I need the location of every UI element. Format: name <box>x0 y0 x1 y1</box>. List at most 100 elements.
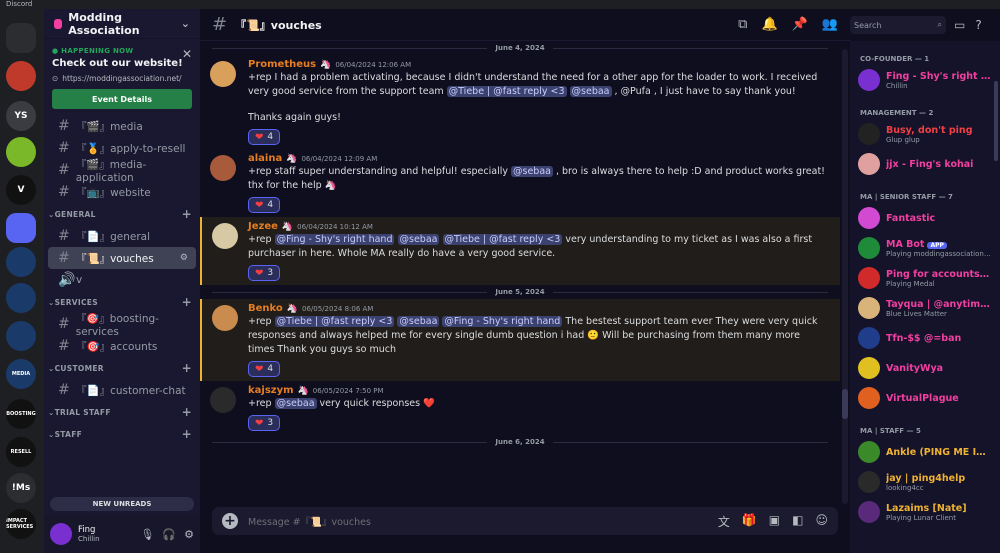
server-icon-s1[interactable] <box>6 61 36 91</box>
user-mention[interactable]: @sebaa <box>274 398 317 409</box>
server-icon-s4[interactable]: V <box>6 175 36 205</box>
member-item[interactable]: Tfn-$$ @=ban <box>850 323 1000 353</box>
user-mention[interactable]: @Tiebe | @fast reply <3 <box>446 86 567 97</box>
channel-general-1[interactable]: # 『📜』vouches ⚙ <box>48 247 196 269</box>
avatar[interactable] <box>210 61 236 87</box>
server-icon-s5[interactable] <box>6 213 36 243</box>
user-mention[interactable]: @sebaa <box>569 86 612 97</box>
gift-icon[interactable]: 🎁 <box>742 513 757 530</box>
inbox-icon[interactable]: ▭ <box>954 18 965 32</box>
server-icon-s2[interactable]: YS <box>6 101 36 131</box>
emoji-icon[interactable]: ☺ <box>815 513 828 530</box>
channel-services-0[interactable]: # 『🎯』boosting-services <box>48 313 196 338</box>
reaction-button[interactable]: ❤ 3 <box>248 415 281 431</box>
headphones-icon[interactable]: 🎧 <box>162 528 176 541</box>
members-icon[interactable]: 👥 <box>822 17 838 32</box>
avatar[interactable] <box>210 387 236 413</box>
reaction-button[interactable]: ❤ 4 <box>248 197 281 213</box>
bell-icon[interactable]: 🔔 <box>761 17 777 32</box>
event-details-button[interactable]: Event Details <box>52 89 192 109</box>
member-item[interactable]: jay | ping4help looking4cc <box>850 467 1000 497</box>
member-item[interactable]: VanityWya <box>850 353 1000 383</box>
category-customer_cat[interactable]: ⌄ CUSTOMER + <box>44 357 200 379</box>
member-item[interactable]: Tayqua | @anytime | a...Blue Lives Matte… <box>850 293 1000 323</box>
server-icon-s9[interactable]: MEDIA <box>6 359 36 389</box>
sticker-icon[interactable]: ◧ <box>792 513 803 530</box>
add-channel-icon[interactable]: + <box>182 427 192 441</box>
member-item[interactable]: Busy, don't ping Glup glup <box>850 119 1000 149</box>
help-icon[interactable]: ? <box>975 18 981 32</box>
message-author[interactable]: Jezee <box>248 221 278 232</box>
add-channel-icon[interactable]: + <box>182 295 192 309</box>
member-status: Playing Medal <box>886 279 935 288</box>
add-channel-icon[interactable]: + <box>182 207 192 221</box>
server-icon-s11[interactable]: RESELL <box>6 437 36 467</box>
category-general_cat[interactable]: ⌄ GENERAL + <box>44 203 200 225</box>
member-item[interactable]: jjx - Fing's kohai <box>850 149 1000 179</box>
avatar <box>858 441 880 463</box>
channel-settings-icon[interactable]: ⚙ <box>180 253 188 263</box>
new-unreads-pill[interactable]: NEW UNREADS <box>50 497 194 511</box>
user-mention[interactable]: @Fing - Shy's right hand <box>442 316 563 327</box>
channel-services-1[interactable]: # 『🎯』accounts <box>48 335 196 357</box>
reaction-button[interactable]: ❤ 4 <box>248 361 281 377</box>
server-icon-s3[interactable] <box>6 137 36 167</box>
user-mention[interactable]: @Tiebe | @fast reply <3 <box>274 316 395 327</box>
avatar[interactable] <box>50 523 72 545</box>
channel-general-0[interactable]: # 『📄』general <box>48 225 196 247</box>
message-author[interactable]: kajszym <box>248 385 294 396</box>
scrollbar[interactable] <box>842 49 848 504</box>
scrollbar-thumb[interactable] <box>842 389 848 419</box>
server-icon-s13[interactable]: IMPACT SERVICES <box>6 509 36 539</box>
user-mention[interactable]: @sebaa <box>511 166 553 177</box>
add-channel-icon[interactable]: + <box>182 405 192 419</box>
member-item[interactable]: VirtualPlague <box>850 383 1000 413</box>
message-composer[interactable]: + Message #『📜』vouches 文 🎁 ▣ ◧ ☺ <box>212 507 838 535</box>
message-author[interactable]: Benko <box>248 303 283 314</box>
member-item[interactable]: Fing - Shy's right ha...Chillin <box>850 65 1000 95</box>
event-url[interactable]: https://moddingassociation.net/ <box>62 74 181 83</box>
server-icon-s6[interactable] <box>6 247 36 277</box>
user-mention[interactable]: @sebaa <box>397 316 440 327</box>
gear-icon[interactable]: ⚙ <box>184 528 194 541</box>
channel-top-3[interactable]: # 『📺』website <box>48 181 196 203</box>
avatar[interactable] <box>212 305 238 331</box>
category-trial_cat[interactable]: ⌄ TRIAL STAFF + <box>44 401 200 423</box>
member-item[interactable]: MA Bot APP Playing moddingassociation.n... <box>850 233 1000 263</box>
user-mention[interactable]: @Fing - Shy's right hand <box>274 234 395 245</box>
server-icon-s8[interactable] <box>6 321 36 351</box>
message-author[interactable]: Prometheus <box>248 59 316 70</box>
channel-top-2[interactable]: # 『🎬』media-application <box>48 159 196 184</box>
microphone-icon[interactable]: 🎙 <box>140 528 154 541</box>
gif-icon[interactable]: ▣ <box>769 513 780 530</box>
channel-top-0[interactable]: # 『🎬』media <box>48 115 196 137</box>
server-icon-s10[interactable]: BOOSTING <box>6 399 36 429</box>
translate-icon[interactable]: 文 <box>718 513 730 530</box>
composer-placeholder[interactable]: Message #『📜』vouches <box>248 514 371 528</box>
server-icon-s12[interactable]: !Ms <box>6 473 36 503</box>
reaction-button[interactable]: ❤ 4 <box>248 129 281 145</box>
search-input[interactable]: Search ⌕ <box>850 16 946 34</box>
server-icon-home[interactable] <box>6 23 36 53</box>
message-author[interactable]: alaina <box>248 153 282 164</box>
channel-customer-0[interactable]: # 『📄』customer-chat <box>48 379 196 401</box>
member-item[interactable]: Ping for accounts | CSTPlaying Medal <box>850 263 1000 293</box>
member-item[interactable]: Fantastic <box>850 203 1000 233</box>
member-scrollbar[interactable] <box>994 81 998 161</box>
avatar[interactable] <box>212 223 238 249</box>
add-attachment-button[interactable]: + <box>222 513 238 529</box>
category-staff_cat[interactable]: ⌄ STAFF + <box>44 423 200 445</box>
member-item[interactable]: Lazaims [Nate] Playing Lunar Client <box>850 497 1000 527</box>
server-icon-s7[interactable] <box>6 283 36 313</box>
channel-general-2[interactable]: 🔊 v <box>48 269 196 291</box>
avatar[interactable] <box>210 155 236 181</box>
reaction-button[interactable]: ❤ 3 <box>248 265 281 281</box>
user-mention[interactable]: @Tiebe | @fast reply <3 <box>442 234 563 245</box>
add-channel-icon[interactable]: + <box>182 361 192 375</box>
close-icon[interactable]: ✕ <box>182 47 192 61</box>
member-item[interactable]: Ankle (PING ME IF ... <box>850 437 1000 467</box>
user-mention[interactable]: @sebaa <box>397 234 440 245</box>
pin-icon[interactable]: 📌 <box>792 17 808 32</box>
server-header[interactable]: Modding Association ⌄ <box>44 9 200 39</box>
threads-icon[interactable]: ⧉ <box>738 17 747 32</box>
